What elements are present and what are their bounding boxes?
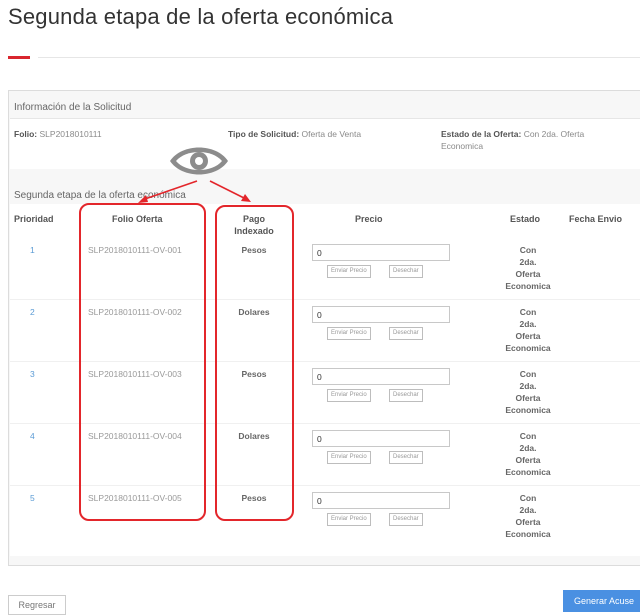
generate-acuse-button[interactable]: Generar Acuse [563, 590, 640, 612]
eye-icon [170, 147, 228, 175]
back-button[interactable]: Regresar [8, 595, 66, 615]
annotation-arrows [138, 180, 251, 203]
